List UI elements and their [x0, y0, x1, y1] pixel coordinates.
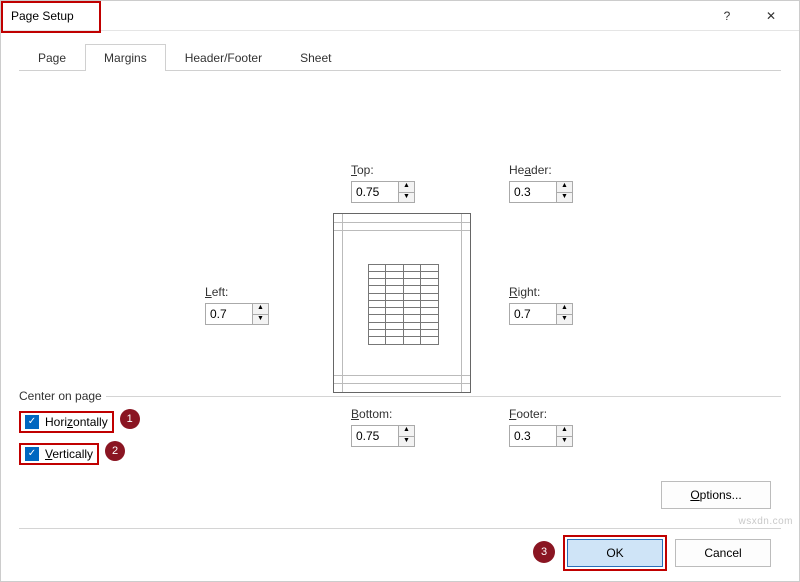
divider	[19, 528, 781, 529]
annotation-badge-2: 2	[105, 441, 125, 461]
window-controls: ? ✕	[717, 9, 793, 23]
tab-strip: Page Margins Header/Footer Sheet	[19, 43, 781, 71]
checkbox-vertically-label: Vertically	[45, 447, 93, 461]
spinner-top[interactable]: ▲▼	[351, 181, 415, 203]
label-left: Left:	[205, 285, 228, 299]
checkbox-horizontally[interactable]: ✓ Horizontally	[19, 411, 114, 433]
label-right: Right:	[509, 285, 540, 299]
chevron-up-icon[interactable]: ▲	[399, 182, 414, 192]
options-button[interactable]: Options...	[661, 481, 771, 509]
page-preview-grid	[368, 264, 438, 344]
content-area: Top: ▲▼ Header: ▲▼ Left: ▲▼ Right: ▲▼ Bo…	[1, 71, 799, 81]
tab-margins[interactable]: Margins	[85, 44, 166, 71]
checkbox-horizontally-label: Horizontally	[45, 415, 108, 429]
center-on-page-label: Center on page	[19, 389, 106, 403]
checkbox-vertically[interactable]: ✓ Vertically	[19, 443, 99, 465]
chevron-up-icon[interactable]: ▲	[557, 304, 572, 314]
ok-button[interactable]: OK	[567, 539, 663, 567]
chevron-down-icon[interactable]: ▼	[399, 192, 414, 202]
page-preview	[333, 213, 471, 393]
spinner-right-buttons[interactable]: ▲▼	[557, 303, 573, 325]
tab-page[interactable]: Page	[19, 44, 85, 71]
chevron-up-icon[interactable]: ▲	[557, 182, 572, 192]
input-right[interactable]	[509, 303, 557, 325]
dialog-title: Page Setup	[7, 8, 78, 24]
spinner-right[interactable]: ▲▼	[509, 303, 573, 325]
input-left[interactable]	[205, 303, 253, 325]
chevron-down-icon[interactable]: ▼	[253, 314, 268, 324]
spinner-header[interactable]: ▲▼	[509, 181, 573, 203]
checkmark-icon: ✓	[25, 415, 39, 429]
spinner-left[interactable]: ▲▼	[205, 303, 269, 325]
label-header: Header:	[509, 163, 552, 177]
checkmark-icon: ✓	[25, 447, 39, 461]
annotation-badge-3: 3	[533, 541, 555, 563]
spinner-header-buttons[interactable]: ▲▼	[557, 181, 573, 203]
chevron-down-icon[interactable]: ▼	[557, 192, 572, 202]
center-on-page-group: Center on page ✓ Horizontally 1 ✓ Vertic…	[19, 389, 781, 465]
annotation-badge-1: 1	[120, 409, 140, 429]
chevron-up-icon[interactable]: ▲	[253, 304, 268, 314]
input-top[interactable]	[351, 181, 399, 203]
tab-header-footer[interactable]: Header/Footer	[166, 44, 281, 71]
close-button[interactable]: ✕	[761, 9, 781, 23]
tab-sheet[interactable]: Sheet	[281, 44, 350, 71]
spinner-left-buttons[interactable]: ▲▼	[253, 303, 269, 325]
titlebar: Page Setup ? ✕	[1, 1, 799, 31]
spinner-top-buttons[interactable]: ▲▼	[399, 181, 415, 203]
chevron-down-icon[interactable]: ▼	[557, 314, 572, 324]
watermark: wsxdn.com	[738, 516, 793, 527]
help-button[interactable]: ?	[717, 9, 737, 23]
label-top: Top:	[351, 163, 374, 177]
input-header[interactable]	[509, 181, 557, 203]
cancel-button[interactable]: Cancel	[675, 539, 771, 567]
